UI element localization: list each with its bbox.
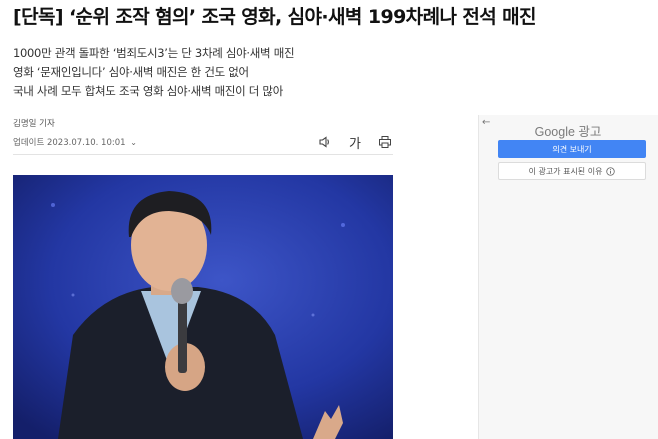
info-icon xyxy=(606,166,616,176)
article-photo xyxy=(13,175,393,439)
subheadline-3: 국내 사례 모두 합쳐도 조국 영화 심야·새벽 매진이 더 많아 xyxy=(13,84,283,98)
article-headline: [단독] ‘순위 조작 혐의’ 조국 영화, 심야·새벽 199차례나 전석 매… xyxy=(13,6,536,28)
ad-title: Google 광고 xyxy=(534,125,602,139)
subheadline-2: 영화 ‘문재인입니다’ 심야·새벽 매진은 한 건도 없어 xyxy=(13,65,249,79)
photo-illustration xyxy=(13,175,393,439)
sidebar-divider xyxy=(478,115,479,439)
article-meta-bar: 업데이트 2023.07.10. 10:01 ⌄ 가 xyxy=(13,132,393,155)
subheadline-1: 1000만 관객 돌파한 ‘범죄도시3’는 단 3차례 심야·새벽 매진 xyxy=(13,46,295,60)
speaker-icon-svg xyxy=(319,136,329,148)
ad-why-button[interactable]: 이 광고가 표시된 이유 xyxy=(498,162,646,180)
chevron-down-icon: ⌄ xyxy=(130,138,137,147)
print-icon-svg xyxy=(379,136,391,148)
article-tools: 가 xyxy=(317,134,393,152)
ad-feedback-button[interactable]: 의견 보내기 xyxy=(498,140,646,158)
article-subheadlines: 1000만 관객 돌파한 ‘범죄도시3’는 단 3차례 심야·새벽 매진 영화 … xyxy=(13,44,453,101)
ad-panel: ← Google 광고 의견 보내기 이 광고가 표시된 이유 xyxy=(478,115,658,439)
update-date[interactable]: 업데이트 2023.07.10. 10:01 ⌄ xyxy=(13,136,137,148)
update-date-text: 업데이트 2023.07.10. 10:01 xyxy=(13,138,126,148)
byline: 김명일 기자 xyxy=(13,119,55,129)
ad-why-label: 이 광고가 표시된 이유 xyxy=(528,166,603,176)
font-size-icon[interactable]: 가 xyxy=(347,134,363,152)
print-icon[interactable] xyxy=(377,134,393,150)
speaker-icon[interactable] xyxy=(317,134,333,150)
